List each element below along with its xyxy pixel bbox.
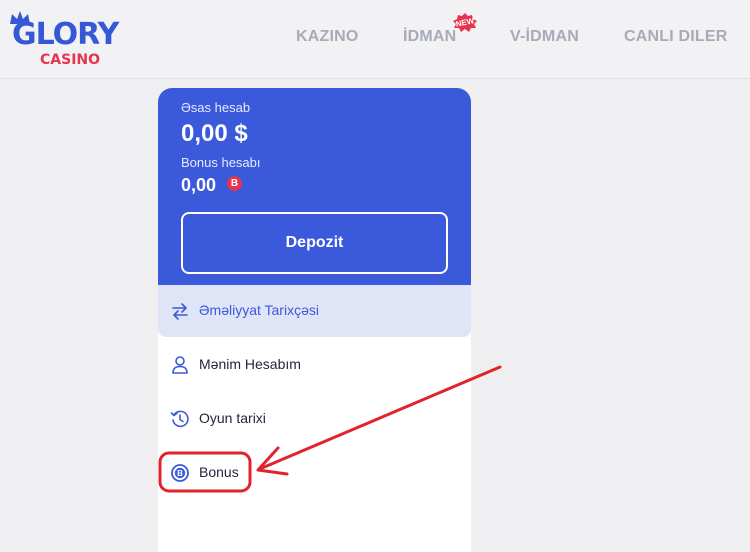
- nav-v-idman[interactable]: V-İDMAN: [510, 28, 579, 46]
- transfer-arrows-icon: [172, 303, 188, 320]
- nav-idman[interactable]: İDMAN: [403, 28, 456, 46]
- logo-casino-text: CASINO: [40, 52, 101, 68]
- top-header: GLORY CASINO KAZINO İDMAN NEW V-İDMAN CA…: [0, 0, 750, 79]
- menu-item-label: Əməliyyat Tarixçəsi: [199, 302, 319, 318]
- glory-casino-logo[interactable]: GLORY CASINO: [8, 8, 126, 68]
- user-icon: [172, 356, 188, 374]
- svg-text:B: B: [177, 469, 183, 478]
- menu-item-label: Bonus: [199, 464, 239, 480]
- nav-canli-diler[interactable]: CANLI DILER: [624, 28, 728, 46]
- bonus-coin-icon: B: [171, 464, 189, 482]
- bonus-balance-label: Bonus hesabı: [181, 155, 261, 170]
- bonus-balance-amount: 0,00: [181, 175, 217, 195]
- history-icon: [170, 410, 189, 428]
- menu-item-label: Mənim Hesabım: [199, 356, 301, 372]
- menu-item-transaction-history[interactable]: Əməliyyat Tarixçəsi: [158, 285, 471, 337]
- menu-item-bonus[interactable]: B Bonus: [158, 447, 471, 499]
- menu-item-label: Oyun tarixi: [199, 410, 266, 426]
- nav-kazino[interactable]: KAZINO: [296, 28, 359, 46]
- deposit-button[interactable]: Depozit: [181, 212, 448, 274]
- main-balance-label: Əsas hesab: [181, 100, 251, 115]
- new-badge: NEW: [452, 12, 478, 34]
- account-panel: Əsas hesab 0,00 $ Bonus hesabı 0,00 B De…: [158, 88, 471, 552]
- main-balance-amount: 0,00 $: [181, 120, 248, 147]
- logo-glory-text: GLORY: [12, 17, 119, 52]
- bonus-coin-badge: B: [227, 176, 242, 191]
- balance-card: Əsas hesab 0,00 $ Bonus hesabı 0,00 B De…: [158, 88, 471, 288]
- menu-item-my-account[interactable]: Mənim Hesabım: [158, 339, 471, 391]
- menu-item-game-history[interactable]: Oyun tarixi: [158, 393, 471, 445]
